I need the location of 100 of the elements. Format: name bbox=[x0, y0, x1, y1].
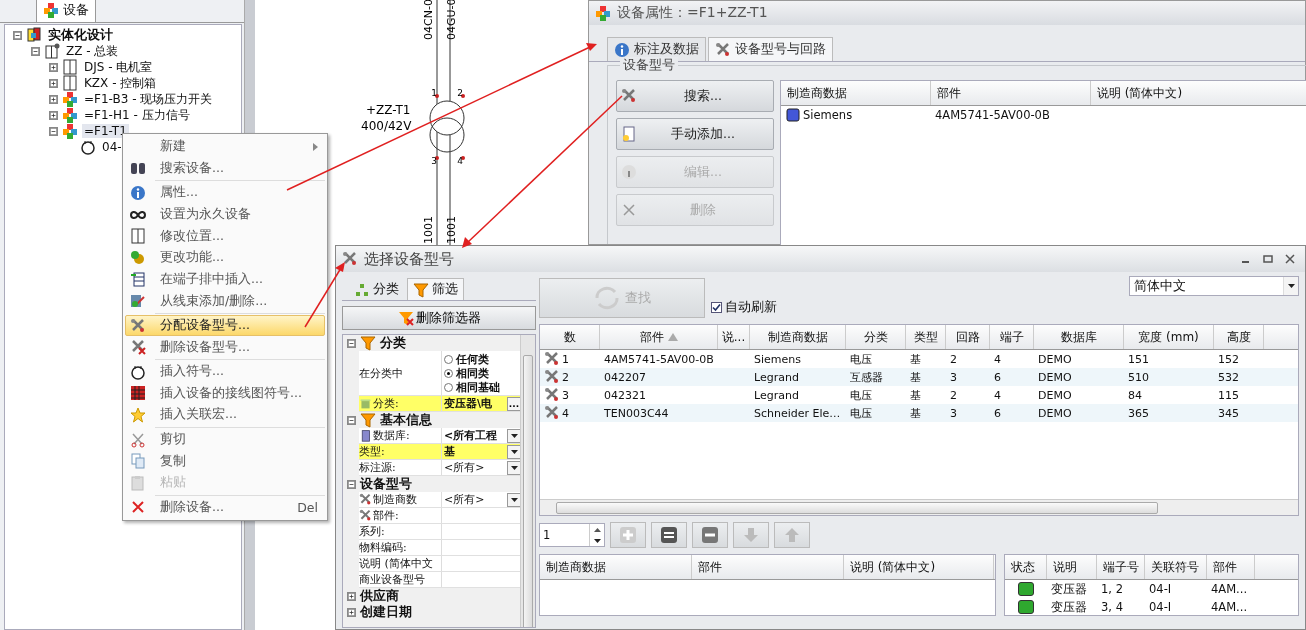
column-header[interactable]: 端子 bbox=[990, 325, 1034, 349]
expand-toggle[interactable] bbox=[49, 62, 58, 72]
clear-filter-button[interactable]: 删除筛选器 bbox=[342, 306, 536, 330]
replace-button[interactable] bbox=[651, 522, 687, 548]
radio-button[interactable] bbox=[444, 354, 453, 364]
expand-toggle[interactable] bbox=[31, 46, 40, 56]
column-header[interactable]: 关联符号 bbox=[1145, 555, 1207, 579]
scrollbar-thumb[interactable] bbox=[523, 355, 533, 627]
tab[interactable]: 分类 bbox=[348, 278, 405, 300]
menu-item[interactable]: 搜索设备... bbox=[125, 157, 325, 180]
property-value[interactable]: 基 bbox=[442, 444, 507, 459]
table-cell: 042207 bbox=[604, 370, 646, 384]
language-dropdown[interactable]: 简体中文 bbox=[1129, 276, 1299, 296]
tree-item[interactable]: DJS - 电机室 bbox=[82, 58, 155, 76]
expand-toggle[interactable] bbox=[49, 94, 58, 104]
menu-item[interactable]: 复制 bbox=[125, 450, 325, 472]
column-header[interactable]: 说明 (简体中文) bbox=[844, 555, 994, 579]
table-cell: 基 bbox=[910, 387, 921, 403]
expand-toggle[interactable] bbox=[13, 30, 22, 40]
column-header[interactable]: 部件 bbox=[692, 555, 844, 579]
devices-tab[interactable]: 设备 bbox=[36, 0, 96, 22]
column-header[interactable]: 制造商数据 bbox=[750, 325, 846, 349]
dropdown-button[interactable] bbox=[507, 492, 521, 507]
column-header[interactable]: 回路 bbox=[946, 325, 990, 349]
column-header[interactable]: 端子号 bbox=[1097, 555, 1145, 579]
column-header[interactable]: 说明 bbox=[1047, 555, 1097, 579]
action-button[interactable]: 搜索... bbox=[616, 80, 774, 112]
info-icon bbox=[614, 41, 630, 58]
property-value[interactable]: 变压器\电 bbox=[442, 396, 507, 411]
property-value[interactable]: <所有> bbox=[442, 460, 507, 475]
tree-item[interactable]: =F1-H1 - 压力信号 bbox=[82, 106, 192, 124]
column-header[interactable]: 部件 bbox=[1207, 555, 1255, 579]
column-header[interactable]: 数 bbox=[540, 325, 600, 349]
menu-item[interactable]: 更改功能... bbox=[125, 247, 325, 269]
expand-toggle[interactable] bbox=[347, 479, 356, 489]
tree-item[interactable]: =F1-B3 - 现场压力开关 bbox=[82, 90, 215, 108]
table-cell: 152 bbox=[1218, 352, 1239, 366]
menu-item[interactable]: 插入符号... bbox=[125, 360, 325, 383]
filter-delete-icon bbox=[397, 310, 414, 326]
column-header[interactable]: 部件 bbox=[931, 81, 1091, 105]
section-header: 基本信息 bbox=[380, 411, 432, 429]
spin-up-icon[interactable] bbox=[593, 527, 601, 532]
property-value[interactable]: <所有工程 bbox=[442, 428, 507, 443]
tree-item[interactable]: 实体化设计 bbox=[46, 26, 115, 44]
quantity-field[interactable]: 1 bbox=[539, 523, 605, 547]
expand-toggle[interactable] bbox=[49, 126, 58, 136]
column-header[interactable]: 制造商数据 bbox=[540, 555, 692, 579]
menu-item[interactable]: 属性... bbox=[125, 182, 325, 204]
table-cell: 115 bbox=[1218, 388, 1239, 402]
action-button[interactable]: 手动添加... bbox=[616, 118, 774, 150]
radio-button[interactable] bbox=[444, 368, 453, 378]
expand-toggle[interactable] bbox=[49, 110, 58, 120]
tab[interactable]: 设备型号与回路 bbox=[708, 37, 833, 61]
column-header[interactable]: 分类 bbox=[846, 325, 906, 349]
expand-toggle[interactable] bbox=[347, 591, 356, 601]
browse-button[interactable]: ... bbox=[507, 396, 521, 411]
maximize-icon[interactable] bbox=[1263, 254, 1273, 264]
column-header[interactable]: 制造商数据 bbox=[781, 81, 931, 105]
scrollbar-thumb[interactable] bbox=[556, 502, 1158, 514]
menu-item[interactable]: 修改位置... bbox=[125, 225, 325, 247]
menu-item[interactable]: 新建 bbox=[125, 136, 325, 158]
menu-item[interactable]: 插入关联宏... bbox=[125, 404, 325, 426]
column-header[interactable]: 数据库 bbox=[1034, 325, 1124, 349]
tab[interactable]: 筛选 bbox=[407, 278, 464, 300]
expand-toggle[interactable] bbox=[347, 415, 356, 425]
column-header[interactable]: 部件 bbox=[600, 325, 718, 349]
menu-item[interactable]: 插入设备的接线图符号... bbox=[125, 382, 325, 405]
dropdown-button[interactable] bbox=[507, 428, 521, 443]
menu-item[interactable]: 删除设备... Del bbox=[125, 496, 325, 519]
menu-item[interactable]: 从线束添加/删除... bbox=[125, 290, 325, 312]
dropdown-button[interactable] bbox=[507, 460, 521, 475]
column-header[interactable]: 状态 bbox=[1005, 555, 1047, 579]
close-icon bbox=[621, 202, 637, 218]
tree-item[interactable]: KZX - 控制箱 bbox=[82, 74, 159, 92]
property-value[interactable]: <所有> bbox=[442, 492, 507, 507]
column-header[interactable]: 说... bbox=[718, 325, 750, 349]
menu-item[interactable]: 分配设备型号... bbox=[125, 314, 325, 337]
radio-button[interactable] bbox=[444, 382, 453, 392]
menu-item[interactable]: 在端子排中插入... bbox=[125, 268, 325, 291]
expand-toggle[interactable] bbox=[347, 607, 356, 617]
menu-item[interactable]: 删除设备型号... bbox=[125, 336, 325, 359]
tree-item[interactable]: 04- bbox=[100, 140, 124, 154]
cabinet-icon bbox=[44, 43, 60, 59]
column-header[interactable]: 高度 bbox=[1214, 325, 1264, 349]
database-icon bbox=[359, 429, 372, 442]
menu-item[interactable]: 剪切 bbox=[125, 428, 325, 451]
column-header[interactable]: 宽度 (mm) bbox=[1124, 325, 1214, 349]
info-icon bbox=[130, 184, 146, 201]
expand-toggle[interactable] bbox=[49, 78, 58, 88]
tree-item[interactable]: ZZ - 总装 bbox=[64, 42, 121, 60]
cubes-icon bbox=[62, 123, 78, 139]
window-title: 设备属性：=F1+ZZ-T1 bbox=[617, 4, 768, 22]
close-icon[interactable] bbox=[1285, 254, 1295, 264]
dropdown-button[interactable] bbox=[507, 444, 521, 459]
menu-item[interactable]: 设置为永久设备 bbox=[125, 203, 325, 226]
checkbox[interactable] bbox=[711, 302, 722, 313]
column-header[interactable]: 说明 (简体中文) bbox=[1091, 81, 1306, 105]
remove-button[interactable] bbox=[692, 522, 728, 548]
expand-toggle[interactable] bbox=[347, 338, 356, 348]
column-header[interactable]: 类型 bbox=[906, 325, 946, 349]
